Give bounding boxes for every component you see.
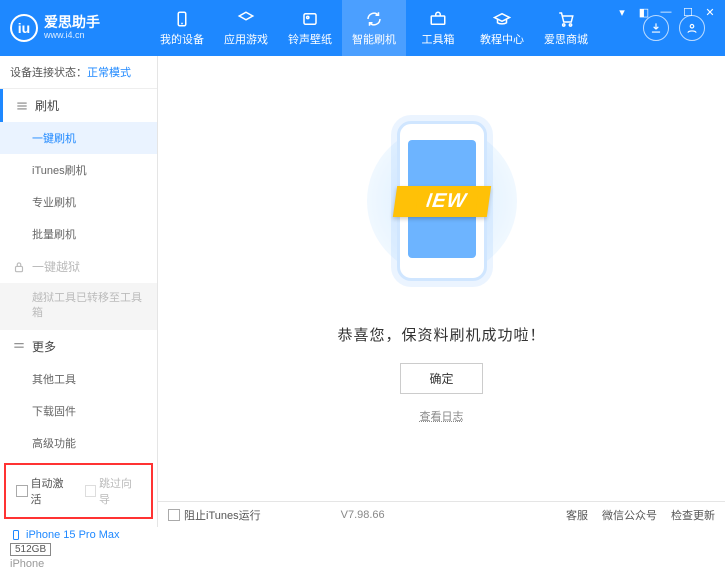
minimize-button[interactable]: — [657, 4, 675, 20]
sidebar-jailbreak-note: 越狱工具已转移至工具箱 [0, 283, 157, 330]
nav-my-device[interactable]: 我的设备 [150, 0, 214, 56]
logo-area: iu 爱思助手 www.i4.cn [10, 14, 150, 42]
nav-tools[interactable]: 工具箱 [406, 0, 470, 56]
sidebar: 设备连接状态：正常模式 刷机 一键刷机 iTunes刷机 专业刷机 批量刷机 一… [0, 56, 158, 527]
sidebar-section-more[interactable]: 更多 [0, 330, 157, 363]
checkbox-block-itunes[interactable]: 阻止iTunes运行 [168, 507, 261, 523]
list-icon [15, 99, 29, 113]
device-type: iPhone [10, 558, 147, 570]
nav-apps[interactable]: 应用游戏 [214, 0, 278, 56]
cart-icon [556, 9, 576, 29]
checkbox-skip-guide[interactable]: 跳过向导 [85, 475, 142, 507]
app-title: 爱思助手 [44, 15, 100, 30]
sidebar-item-advanced[interactable]: 高级功能 [0, 427, 157, 459]
toolbox-icon [428, 9, 448, 29]
nav-media[interactable]: 铃声壁纸 [278, 0, 342, 56]
main-content: NEW 恭喜您，保资料刷机成功啦！ 确定 查看日志 阻止iTunes运行 V7.… [158, 56, 725, 527]
footer-link-support[interactable]: 客服 [566, 507, 588, 523]
app-icon [236, 9, 256, 29]
sidebar-section-jailbreak: 一键越狱 [0, 250, 157, 283]
nav-tutorial[interactable]: 教程中心 [470, 0, 534, 56]
sidebar-section-flash[interactable]: 刷机 [0, 89, 157, 122]
sidebar-item-other-tools[interactable]: 其他工具 [0, 363, 157, 395]
lock-icon [12, 260, 26, 274]
device-phone-icon [10, 529, 22, 541]
device-storage: 512GB [10, 543, 51, 556]
main-nav: 我的设备 应用游戏 铃声壁纸 智能刷机 工具箱 教程中心 爱思商城 [150, 0, 598, 56]
close-button[interactable]: ✕ [701, 4, 719, 20]
sidebar-item-download-firmware[interactable]: 下载固件 [0, 395, 157, 427]
image-icon [300, 9, 320, 29]
phone-icon [172, 9, 192, 29]
footer-bar: 阻止iTunes运行 V7.98.66 客服 微信公众号 检查更新 [158, 501, 725, 527]
new-ribbon: NEW [392, 186, 490, 217]
graduation-icon [492, 9, 512, 29]
success-illustration: NEW [357, 96, 527, 306]
menu-icon[interactable]: ▾ [613, 4, 631, 20]
logo-icon: iu [10, 14, 38, 42]
app-header: iu 爱思助手 www.i4.cn 我的设备 应用游戏 铃声壁纸 智能刷机 工具… [0, 0, 725, 56]
sidebar-item-oneclick-flash[interactable]: 一键刷机 [0, 122, 157, 154]
skin-icon[interactable]: ◧ [635, 4, 653, 20]
ok-button[interactable]: 确定 [400, 363, 482, 394]
device-name[interactable]: iPhone 15 Pro Max [10, 529, 147, 541]
app-subtitle: www.i4.cn [44, 31, 100, 41]
device-info: iPhone 15 Pro Max 512GB iPhone [0, 523, 157, 576]
refresh-icon [364, 9, 384, 29]
connection-status: 设备连接状态：正常模式 [0, 56, 157, 89]
nav-flash[interactable]: 智能刷机 [342, 0, 406, 56]
sidebar-item-itunes-flash[interactable]: iTunes刷机 [0, 154, 157, 186]
options-highlight-box: 自动激活 跳过向导 [4, 463, 153, 519]
sidebar-item-batch-flash[interactable]: 批量刷机 [0, 218, 157, 250]
sidebar-item-pro-flash[interactable]: 专业刷机 [0, 186, 157, 218]
more-icon [12, 339, 26, 353]
nav-store[interactable]: 爱思商城 [534, 0, 598, 56]
footer-link-update[interactable]: 检查更新 [671, 507, 715, 523]
success-message: 恭喜您，保资料刷机成功啦！ [337, 324, 545, 345]
view-log-link[interactable]: 查看日志 [420, 408, 464, 424]
footer-link-wechat[interactable]: 微信公众号 [602, 507, 657, 523]
maximize-button[interactable]: ☐ [679, 4, 697, 20]
version-label: V7.98.66 [341, 509, 385, 521]
checkbox-auto-activate[interactable]: 自动激活 [16, 475, 73, 507]
